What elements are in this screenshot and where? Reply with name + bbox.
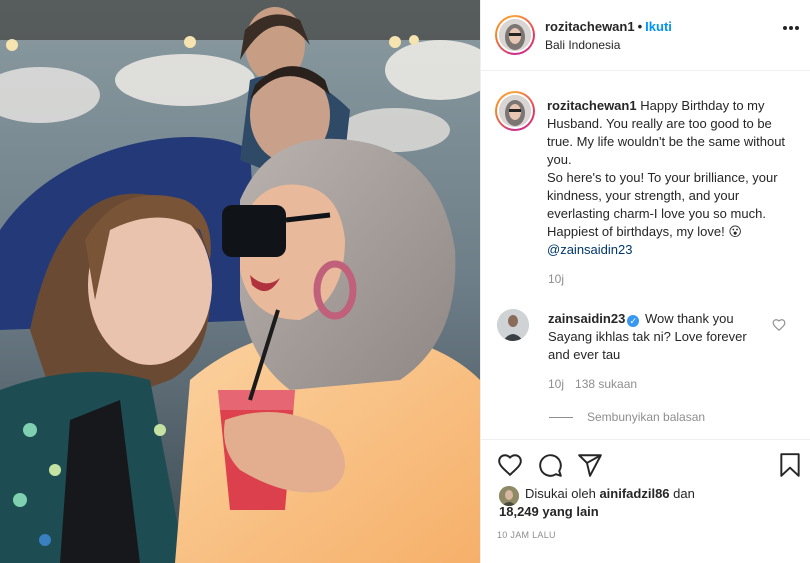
likes-count[interactable]: 18,249 yang lain — [499, 503, 599, 521]
post-details-panel: rozitachewan1 • Ikuti Bali Indonesia roz… — [480, 0, 810, 563]
liker-username[interactable]: ainifadzil86 — [599, 486, 669, 501]
heart-icon[interactable] — [497, 452, 523, 478]
caption-body-2: So here's to you! To your brilliance, yo… — [547, 170, 778, 239]
user-avatar[interactable] — [495, 15, 535, 55]
caption-username[interactable]: rozitachewan1 — [547, 98, 637, 113]
reply-like-heart-icon[interactable] — [772, 318, 786, 332]
caption-time[interactable]: 10j — [548, 272, 564, 286]
post-username[interactable]: rozitachewan1 — [545, 19, 635, 34]
couple-photo — [0, 0, 480, 563]
post-header: rozitachewan1 • Ikuti Bali Indonesia — [481, 0, 810, 71]
bookmark-icon[interactable] — [777, 452, 803, 478]
separator-dot: • — [637, 19, 643, 34]
post-photo[interactable] — [0, 0, 480, 563]
verified-badge-icon: ✓ — [627, 315, 640, 327]
caption-avatar[interactable] — [495, 91, 535, 131]
likes-conj: dan — [673, 486, 695, 501]
share-icon[interactable] — [577, 452, 603, 478]
reply-meta: 10j 138 sukaan — [548, 377, 648, 391]
caption-mention[interactable]: @zainsaidin23 — [547, 242, 632, 257]
hide-replies-button[interactable]: Sembunyikan balasan — [549, 410, 705, 424]
more-options-icon[interactable] — [783, 26, 799, 30]
post-timestamp[interactable]: 10 JAM LALU — [497, 530, 556, 540]
follow-button[interactable]: Ikuti — [645, 19, 672, 34]
reply-avatar[interactable] — [497, 309, 529, 341]
hide-replies-line — [549, 417, 573, 419]
comments-section[interactable]: rozitachewan1 Happy Birthday to my Husba… — [481, 72, 810, 439]
caption-text: rozitachewan1 Happy Birthday to my Husba… — [547, 97, 797, 259]
reply-username[interactable]: zainsaidin23 — [548, 311, 625, 326]
reply-time[interactable]: 10j — [548, 377, 564, 391]
likes-prefix: Disukai oleh — [525, 486, 596, 501]
reply-likes[interactable]: 138 sukaan — [575, 377, 637, 391]
reply-text: zainsaidin23 ✓ Wow thank you Sayang ikhla… — [548, 310, 770, 364]
comment-icon[interactable] — [537, 452, 563, 478]
hide-replies-label: Sembunyikan balasan — [587, 410, 706, 424]
post-location[interactable]: Bali Indonesia — [545, 38, 620, 52]
action-bar — [481, 439, 810, 487]
